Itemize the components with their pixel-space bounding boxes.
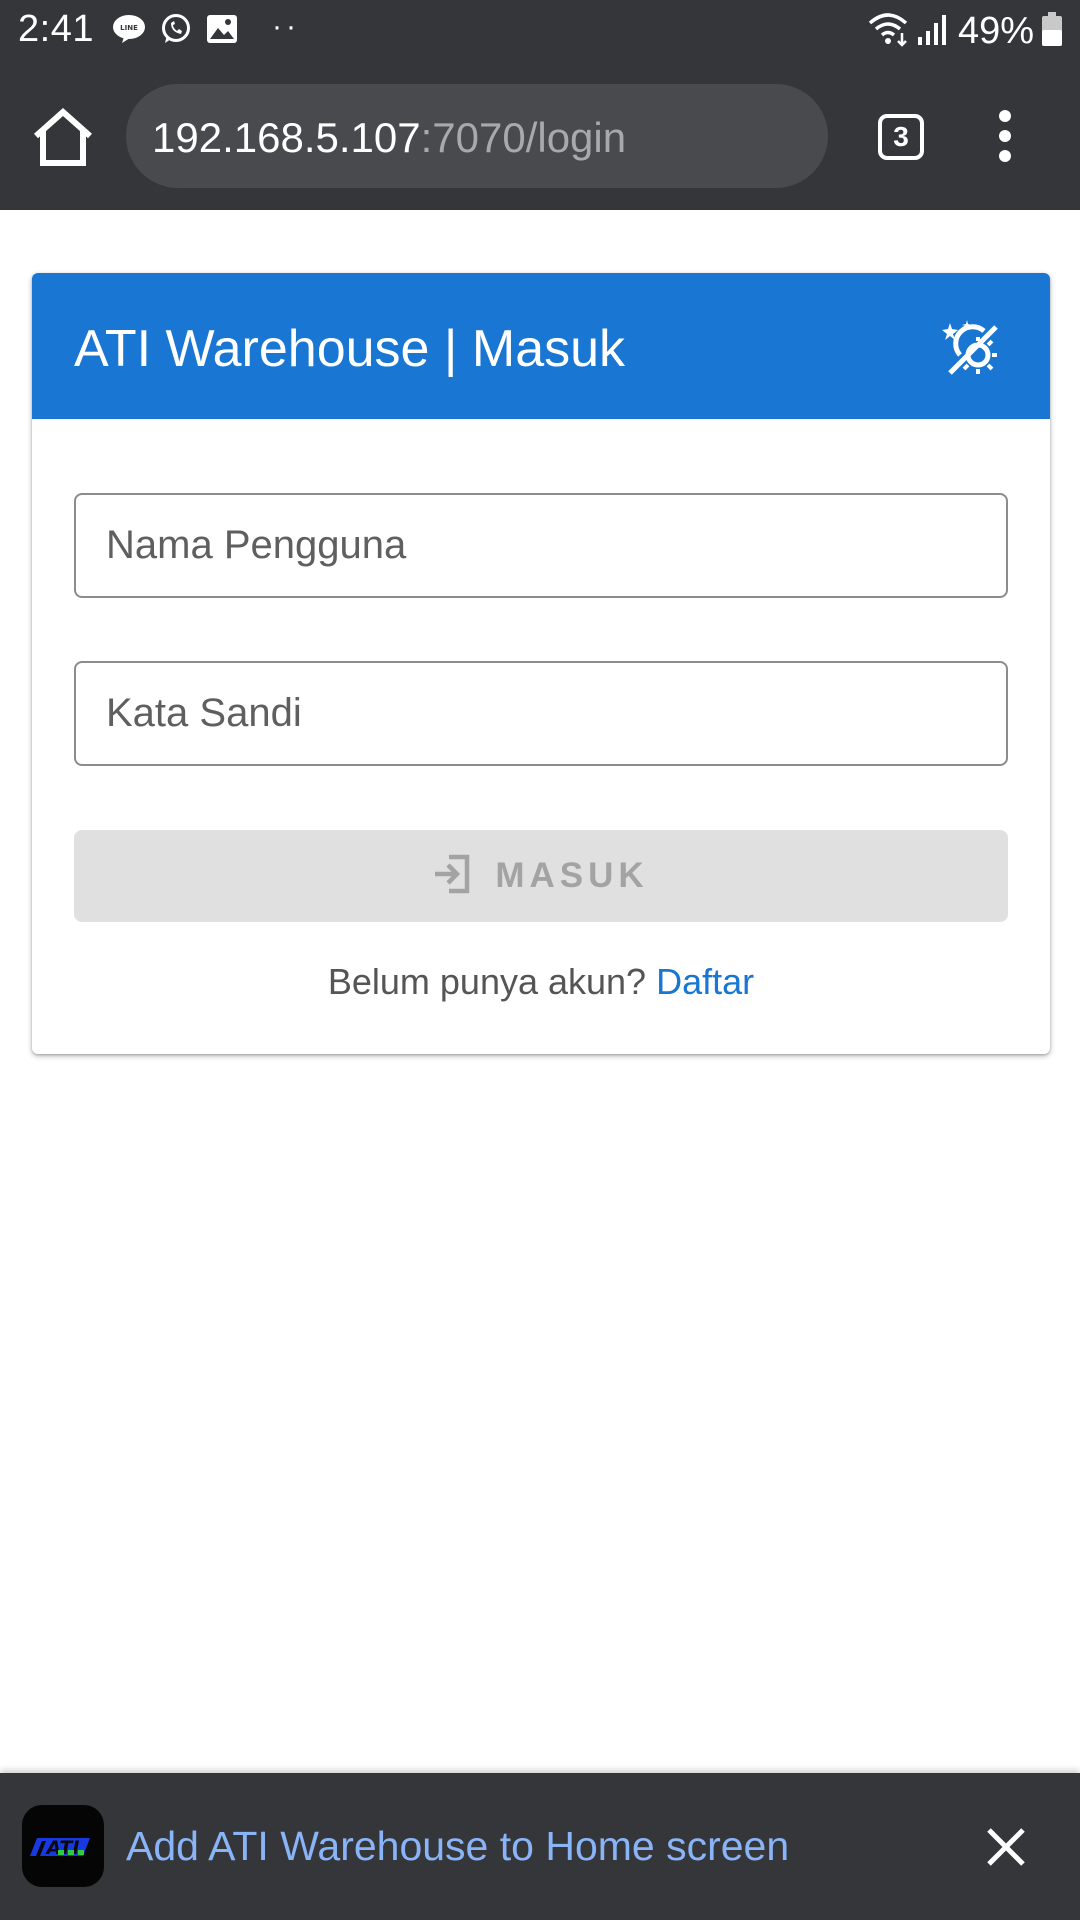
login-button[interactable]: MASUK xyxy=(74,830,1008,922)
wifi-icon xyxy=(868,11,912,52)
login-icon xyxy=(433,853,473,900)
register-row: Belum punya akun? Daftar xyxy=(32,961,1050,1003)
browser-toolbar: 192.168.5.107:7070/login 3 xyxy=(0,62,1080,210)
svg-text:LINE: LINE xyxy=(120,24,138,32)
system-icons: 49% xyxy=(868,8,1062,54)
url-host: 192.168.5.107 xyxy=(152,114,421,161)
page-title: ATI Warehouse | Masuk xyxy=(74,320,626,378)
more-notifications: ·· xyxy=(272,10,300,43)
register-prompt: Belum punya akun? xyxy=(327,961,647,1002)
whatsapp-icon xyxy=(160,13,192,50)
signal-icon xyxy=(916,11,948,52)
install-banner-text[interactable]: Add ATI Warehouse to Home screen xyxy=(126,1823,789,1870)
address-bar[interactable]: 192.168.5.107:7070/login xyxy=(126,84,828,188)
home-button[interactable] xyxy=(30,106,96,168)
register-link[interactable]: Daftar xyxy=(656,961,754,1002)
app-logo: ATI xyxy=(22,1805,104,1887)
svg-text:ATI: ATI xyxy=(45,1837,80,1859)
close-icon[interactable] xyxy=(984,1825,1028,1869)
login-card: ATI Warehouse | Masuk Nama Pengguna Kata… xyxy=(32,273,1050,1054)
username-field[interactable]: Nama Pengguna xyxy=(74,493,1008,598)
url-path: :7070/login xyxy=(420,114,627,161)
tab-count: 3 xyxy=(893,121,909,152)
notification-icons: LINE xyxy=(112,13,252,50)
password-label: Kata Sandi xyxy=(106,691,302,735)
tabs-button[interactable]: 3 xyxy=(878,114,924,160)
battery-percent: 49% xyxy=(957,9,1034,52)
battery-icon xyxy=(1042,11,1062,51)
status-time: 2:41 xyxy=(18,8,94,50)
gallery-icon xyxy=(206,14,238,49)
more-vert-icon[interactable] xyxy=(990,110,1020,162)
username-label: Nama Pengguna xyxy=(106,523,407,567)
card-header: ATI Warehouse | Masuk xyxy=(32,273,1050,419)
login-button-label: MASUK xyxy=(495,856,649,895)
home-icon xyxy=(30,107,96,172)
theme-toggle-icon xyxy=(940,320,1002,383)
status-bar: 2:41 LINE ·· 49% xyxy=(0,0,1080,62)
password-field[interactable]: Kata Sandi xyxy=(74,661,1008,766)
theme-toggle-button[interactable] xyxy=(940,317,1002,379)
line-app-icon: LINE xyxy=(112,14,146,49)
url-text[interactable]: 192.168.5.107:7070/login xyxy=(152,114,626,162)
install-banner[interactable]: ATI Add ATI Warehouse to Home screen xyxy=(0,1773,1080,1920)
